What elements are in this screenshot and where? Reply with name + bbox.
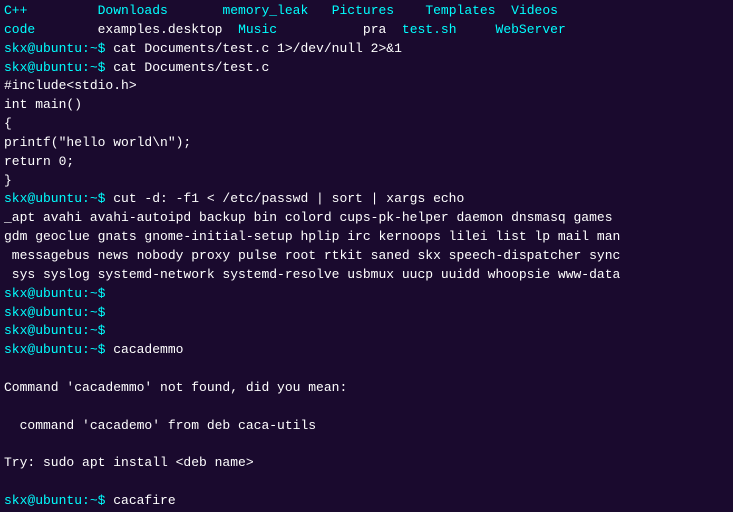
terminal-line: command 'cacademo' from deb caca-utils	[4, 417, 729, 436]
terminal-line: _apt avahi avahi-autoipd backup bin colo…	[4, 209, 729, 228]
terminal-line: gdm geoclue gnats gnome-initial-setup hp…	[4, 228, 729, 247]
terminal-line	[4, 435, 729, 454]
terminal-line: printf("hello world\n");	[4, 134, 729, 153]
terminal-line: skx@ubuntu:~$	[4, 322, 729, 341]
terminal-line	[4, 360, 729, 379]
terminal-line: int main()	[4, 96, 729, 115]
terminal-line: {	[4, 115, 729, 134]
terminal-line: C++ Downloads memory_leak Pictures Templ…	[4, 2, 729, 21]
terminal-line: code examples.desktop Music pra test.sh …	[4, 21, 729, 40]
terminal-line: messagebus news nobody proxy pulse root …	[4, 247, 729, 266]
terminal-line	[4, 398, 729, 417]
terminal-line	[4, 473, 729, 492]
terminal-line: Command 'cacademmo' not found, did you m…	[4, 379, 729, 398]
terminal-line: }	[4, 172, 729, 191]
terminal-line: #include<stdio.h>	[4, 77, 729, 96]
terminal-line: skx@ubuntu:~$ cacafire	[4, 492, 729, 511]
terminal-line: skx@ubuntu:~$	[4, 304, 729, 323]
terminal-line: Try: sudo apt install <deb name>	[4, 454, 729, 473]
terminal-line: sys syslog systemd-network systemd-resol…	[4, 266, 729, 285]
terminal-line: skx@ubuntu:~$ cat Documents/test.c	[4, 59, 729, 78]
terminal-line: skx@ubuntu:~$	[4, 285, 729, 304]
terminal[interactable]: C++ Downloads memory_leak Pictures Templ…	[0, 0, 733, 512]
terminal-line: skx@ubuntu:~$ cacademmo	[4, 341, 729, 360]
terminal-line: skx@ubuntu:~$ cat Documents/test.c 1>/de…	[4, 40, 729, 59]
terminal-line: return 0;	[4, 153, 729, 172]
terminal-line: skx@ubuntu:~$ cut -d: -f1 < /etc/passwd …	[4, 190, 729, 209]
